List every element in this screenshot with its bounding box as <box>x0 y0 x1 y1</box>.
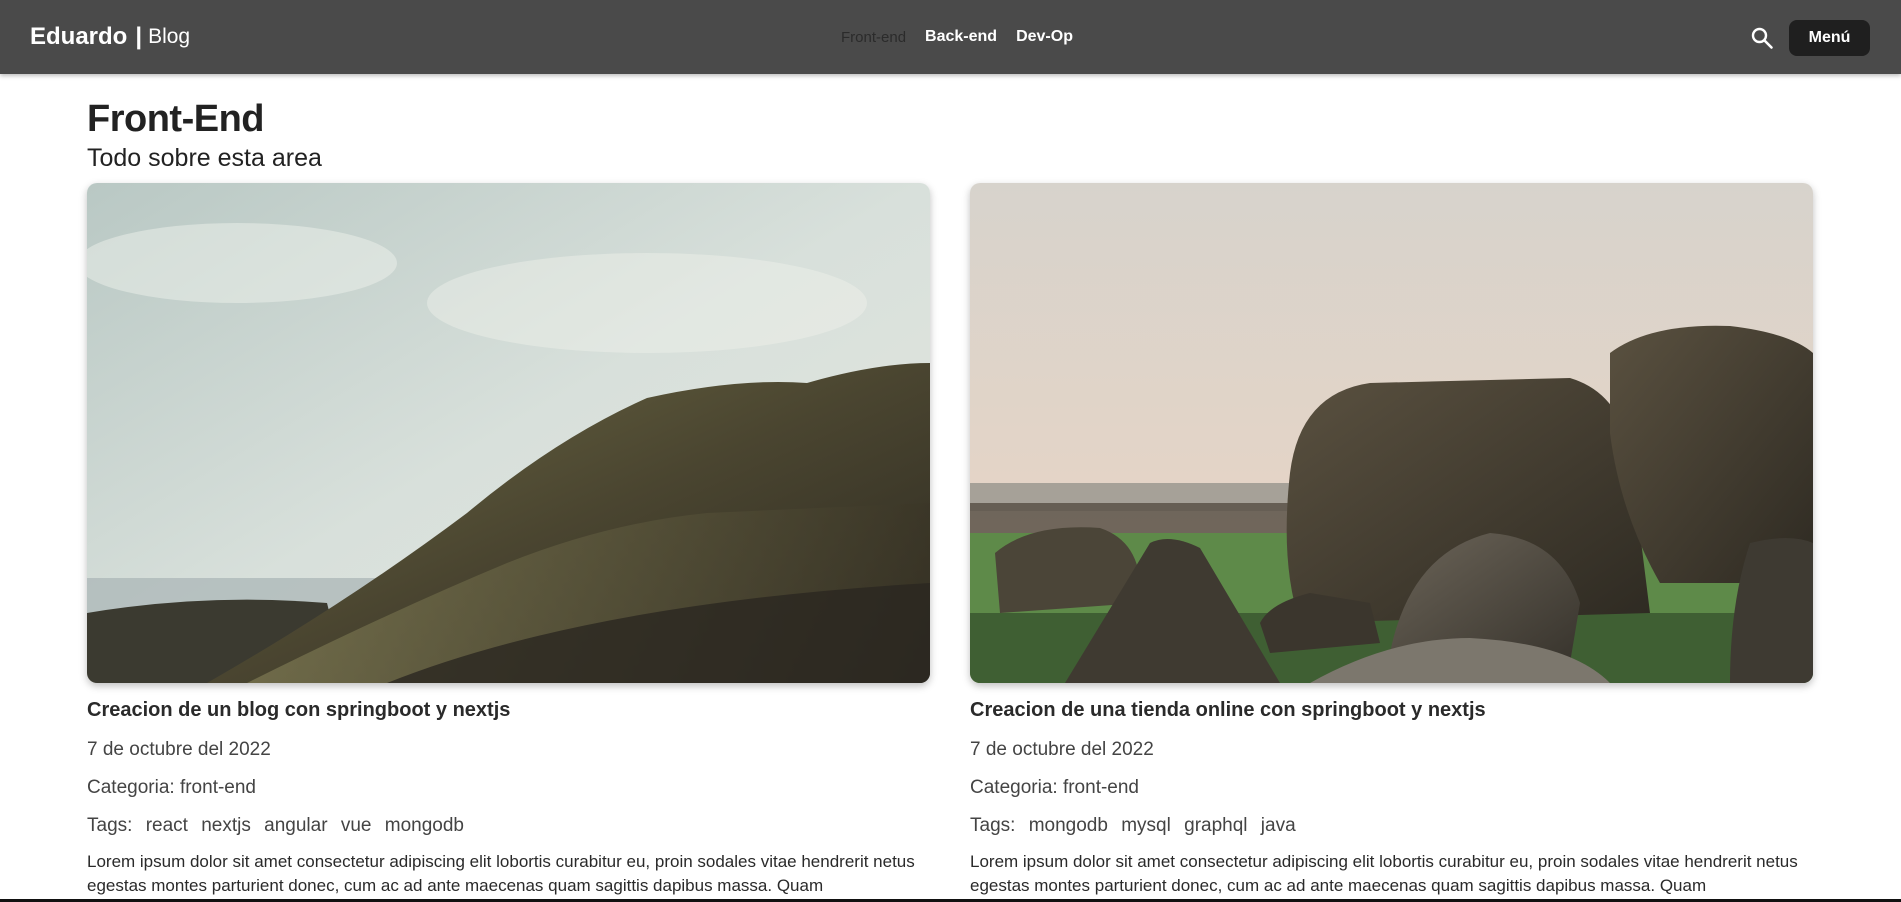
category-link[interactable]: front-end <box>1063 777 1139 798</box>
category-link[interactable]: front-end <box>180 777 256 798</box>
tag-link[interactable]: java <box>1261 815 1296 836</box>
post-title-link[interactable]: Creacion de una tienda online con spring… <box>970 699 1813 722</box>
tag-link[interactable]: nextjs <box>201 815 251 836</box>
brand-separator: | <box>135 23 143 50</box>
tag-link[interactable]: mysql <box>1121 815 1171 836</box>
post-date: 7 de octubre del 2022 <box>970 739 1154 760</box>
post-tags: Tags: react nextjs angular vue mongodb <box>87 815 930 837</box>
tag-link[interactable]: mongodb <box>1029 815 1108 836</box>
page-title: Front-End <box>87 98 265 140</box>
post-card: Creacion de un blog con springboot y nex… <box>87 183 930 898</box>
menu-button[interactable]: Menú <box>1789 20 1870 56</box>
page-subtitle: Todo sobre esta area <box>87 144 322 172</box>
post-excerpt: Lorem ipsum dolor sit amet consectetur a… <box>970 852 1798 895</box>
hillside-landscape-image <box>87 183 930 683</box>
category-nav: Front-end Back-end Dev-Op <box>841 0 1092 74</box>
stone-boulders-image <box>970 183 1813 683</box>
tags-label: Tags: <box>970 815 1016 836</box>
post-card: Creacion de una tienda online con spring… <box>970 183 1813 898</box>
post-excerpt: Lorem ipsum dolor sit amet consectetur a… <box>87 852 915 895</box>
nav-link-back-end[interactable]: Back-end <box>925 28 997 46</box>
tag-link[interactable]: graphql <box>1184 815 1247 836</box>
top-navbar: Eduardo | Blog Front-end Back-end Dev-Op… <box>0 0 1901 74</box>
post-tags: Tags: mongodb mysql graphql java <box>970 815 1813 837</box>
search-button[interactable] <box>1748 24 1776 52</box>
category-label: Categoria: <box>87 777 175 798</box>
post-image-boulders[interactable] <box>970 183 1813 683</box>
nav-link-dev-op[interactable]: Dev-Op <box>1016 28 1073 46</box>
brand-subtitle: Blog <box>148 25 191 48</box>
tags-label: Tags: <box>87 815 133 836</box>
post-image-hillside[interactable] <box>87 183 930 683</box>
post-title-link[interactable]: Creacion de un blog con springboot y nex… <box>87 699 930 722</box>
category-label: Categoria: <box>970 777 1058 798</box>
brand-logo-link[interactable]: Eduardo | Blog <box>30 0 190 74</box>
nav-link-front-end[interactable]: Front-end <box>841 29 906 46</box>
post-category: Categoria: front-end <box>970 777 1813 799</box>
tag-link[interactable]: mongodb <box>385 815 464 836</box>
tag-link[interactable]: angular <box>264 815 327 836</box>
search-icon <box>1751 27 1773 49</box>
tag-link[interactable]: vue <box>341 815 372 836</box>
post-category: Categoria: front-end <box>87 777 930 799</box>
brand-name: Eduardo <box>30 23 128 50</box>
tag-link[interactable]: react <box>146 815 188 836</box>
post-date: 7 de octubre del 2022 <box>87 739 271 760</box>
